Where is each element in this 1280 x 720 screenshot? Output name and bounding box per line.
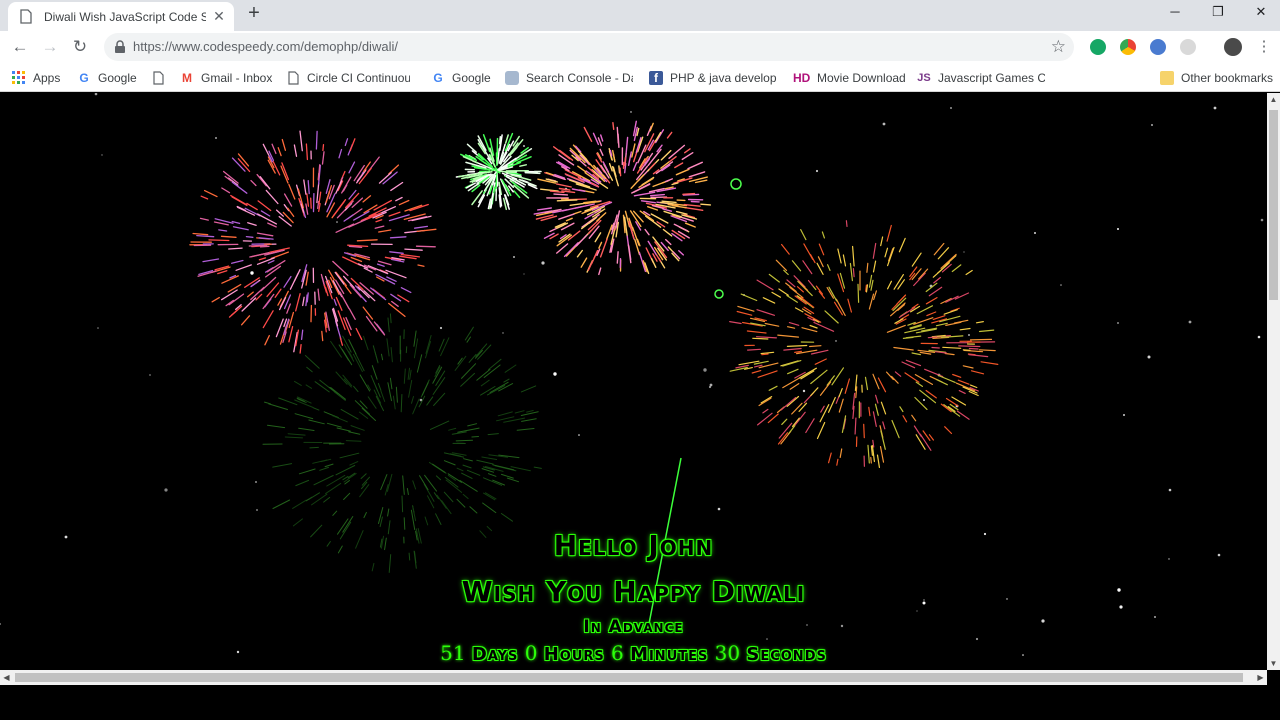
grammarly-extension-icon[interactable]	[1090, 39, 1106, 55]
new-tab-button[interactable]: +	[243, 3, 265, 25]
bookmark-movie-download[interactable]: HD Movie Download	[793, 70, 906, 86]
vertical-scrollbar[interactable]: ▲ ▼	[1267, 93, 1280, 670]
taskbar-area	[0, 685, 1280, 720]
horizontal-scrollbar[interactable]: ◀ ▶	[0, 670, 1267, 685]
back-button[interactable]: ←	[8, 35, 32, 59]
bookmark-label: Other bookmarks	[1181, 71, 1274, 85]
bookmark-label: Apps	[33, 71, 61, 85]
page-icon	[286, 71, 300, 85]
search-console-icon	[505, 71, 519, 85]
restore-button[interactable]: ❐	[1196, 0, 1240, 26]
bookmark-label: Search Console - Dat	[526, 71, 633, 85]
js-icon: JS	[917, 72, 931, 84]
wish-text: Wish You Happy Diwali	[461, 575, 806, 608]
gmail-icon: M	[182, 71, 192, 85]
scroll-right-icon[interactable]: ▶	[1254, 670, 1267, 685]
browser-toolbar: ← → ↻ https://www.codespeedy.com/demophp…	[0, 31, 1280, 63]
apps-grid-icon	[12, 71, 26, 85]
minimize-button[interactable]: ─	[1153, 0, 1197, 26]
firework-pink-left	[189, 130, 437, 354]
bookmark-page[interactable]	[151, 70, 172, 86]
bookmark-gmail[interactable]: M Gmail - Inbox	[180, 70, 272, 86]
countdown-days: 51	[440, 641, 466, 665]
hd-icon: HD	[793, 71, 811, 85]
bookmark-star-icon[interactable]: ☆	[1051, 37, 1066, 57]
bookmark-js-games[interactable]: JS Javascript Games Co	[917, 70, 1045, 86]
countdown-minutes: 6	[611, 641, 624, 665]
page-viewport: Hello John Wish You Happy Diwali In Adva…	[0, 93, 1267, 670]
countdown-hours-label: Hours	[543, 644, 605, 665]
bookmark-label: PHP & java develope	[670, 71, 777, 85]
profile-avatar[interactable]	[1224, 38, 1242, 56]
address-bar[interactable]: https://www.codespeedy.com/demophp/diwal…	[104, 33, 1074, 61]
bookmark-circleci[interactable]: Circle CI Continuous	[286, 70, 410, 86]
folder-icon	[1160, 71, 1174, 85]
google-icon: G	[433, 71, 443, 85]
advance-text: In Advance	[583, 617, 684, 637]
stars	[0, 93, 1264, 656]
scroll-up-icon[interactable]: ▲	[1267, 93, 1280, 106]
bookmark-label: Google	[98, 71, 137, 85]
bookmark-label: Movie Download	[817, 71, 906, 85]
close-window-button[interactable]: ✕	[1239, 0, 1280, 26]
browser-tab[interactable]: Diwali Wish JavaScript Code Scri ✕	[8, 2, 234, 31]
facebook-icon: f	[649, 71, 663, 85]
bookmark-search-console[interactable]: Search Console - Dat	[505, 70, 633, 86]
bookmark-php-java[interactable]: f PHP & java develope	[649, 70, 777, 86]
firework-pink-center	[533, 120, 712, 276]
countdown-days-label: Days	[471, 644, 519, 665]
countdown-seconds-label: Seconds	[746, 644, 827, 665]
extension-gray-icon[interactable]	[1180, 39, 1196, 55]
countdown-seconds: 30	[714, 641, 741, 665]
bookmark-other[interactable]: Other bookmarks	[1160, 70, 1273, 86]
countdown-hours: 0	[524, 641, 538, 665]
forward-button[interactable]: →	[38, 35, 62, 59]
menu-kebab-icon[interactable]: ⋮	[1252, 35, 1276, 59]
scroll-thumb[interactable]	[1269, 110, 1278, 300]
close-tab-icon[interactable]: ✕	[212, 8, 226, 25]
spark-ring	[714, 289, 724, 299]
bookmark-label: Gmail - Inbox	[201, 71, 273, 85]
firework-white-green	[455, 132, 542, 211]
tab-strip: Diwali Wish JavaScript Code Scri ✕ + ─ ❐…	[0, 0, 1280, 31]
countdown-minutes-label: Minutes	[630, 644, 709, 665]
tab-title: Diwali Wish JavaScript Code Scri	[44, 9, 206, 24]
page-icon	[151, 71, 165, 85]
scroll-down-icon[interactable]: ▼	[1267, 657, 1280, 670]
bookmark-apps[interactable]: Apps	[12, 70, 60, 86]
countdown: 51 Days 0 Hours 6 Minutes 30 Seconds	[0, 641, 1267, 665]
greeting-text: Hello John	[553, 529, 714, 562]
google-icon: G	[79, 71, 89, 85]
page-icon	[20, 8, 34, 25]
bookmark-google[interactable]: G Google	[77, 70, 137, 86]
reload-button[interactable]: ↻	[68, 35, 92, 59]
scroll-left-icon[interactable]: ◀	[0, 670, 13, 685]
lock-icon	[114, 40, 126, 54]
extension-icon[interactable]	[1120, 39, 1136, 55]
bookmark-label: Javascript Games Co	[938, 71, 1045, 85]
bookmarks-bar: Apps G Google M Gmail - Inbox Circle CI …	[0, 63, 1280, 92]
firework-orange-right	[729, 220, 999, 468]
bookmark-google-2[interactable]: G Google	[431, 70, 491, 86]
bookmark-label: Google	[452, 71, 491, 85]
scroll-thumb-horizontal[interactable]	[15, 673, 1243, 682]
bookmark-label: Circle CI Continuous	[307, 71, 410, 85]
spark-ring	[730, 178, 742, 190]
url-text: https://www.codespeedy.com/demophp/diwal…	[133, 39, 398, 54]
extension-blue-icon[interactable]	[1150, 39, 1166, 55]
